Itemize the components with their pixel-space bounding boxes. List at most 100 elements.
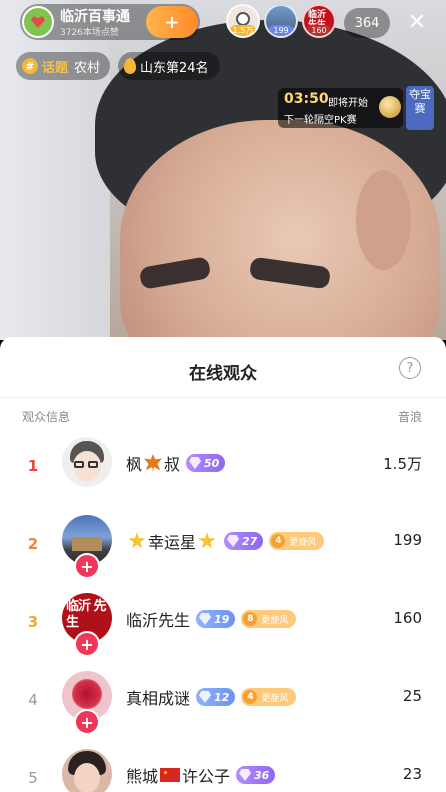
avatar-calligraphy: 临沂 先生 (66, 599, 107, 630)
level-number: 27 (242, 534, 258, 548)
avatar-face (74, 763, 100, 792)
sound-wave-score: 1.5万 (383, 455, 422, 473)
top-viewer-avatar[interactable]: 1.5万 (226, 4, 260, 38)
avatar-rose (72, 679, 102, 709)
gem-icon (227, 535, 240, 547)
level-badge: 50 (186, 454, 226, 472)
viewer-count[interactable]: 364 (344, 8, 390, 38)
name-part: 叔 (164, 455, 181, 474)
name-part: 幸运星 (148, 533, 197, 552)
viewer-name: 真相成谜 12 4 更旋风 (126, 685, 297, 709)
gem-icon (239, 769, 252, 781)
name-part: 许公子 (182, 767, 231, 786)
fan-level: 4 (243, 690, 258, 704)
sound-wave-score: 199 (393, 531, 422, 549)
rank-number: 4 (28, 691, 38, 709)
online-audience-sheet: 在线观众 ? 观众信息 音浪 1 枫 叔 50 1.5万 2 + 幸运星 27 … (0, 337, 446, 792)
follow-viewer-button[interactable]: + (74, 709, 100, 735)
level-badge: 19 (196, 610, 236, 628)
viewer-name: 枫 叔 50 (126, 451, 226, 475)
rank-text: 山东第24名 (140, 60, 209, 76)
avatar[interactable] (62, 437, 112, 487)
follow-viewer-button[interactable]: + (74, 553, 100, 579)
anchor-likes: 3726本场点赞 (60, 28, 119, 38)
fan-club-name: 更旋风 (261, 615, 289, 626)
sheet-title: 在线观众 (189, 364, 257, 384)
china-flag-icon (160, 768, 181, 782)
fan-level: 4 (271, 534, 286, 548)
rank-number: 1 (27, 457, 39, 475)
anchor-name: 临沂百事通 (60, 9, 130, 25)
gem-icon (199, 691, 212, 703)
help-icon[interactable]: ? (399, 357, 421, 379)
pk-next-text: 下一轮隔空PK赛 (284, 115, 357, 126)
top-bar: 临沂百事通 3726本场点赞 + 1.5万 199 临沂 先生 160 364 … (20, 4, 430, 40)
topic-chip[interactable]: # 话题 农村 (16, 52, 110, 80)
name-part: 枫 (126, 455, 143, 474)
level-number: 12 (214, 690, 230, 704)
pk-banner[interactable]: 03:50 即将开始 下一轮隔空PK赛 (278, 88, 403, 128)
name-part: 临沂先生 (126, 611, 191, 630)
pk-start-text: 即将开始 (328, 98, 368, 109)
anchor-info[interactable]: 临沂百事通 3726本场点赞 + (20, 4, 200, 40)
fan-club-badge: 4 更旋风 (269, 532, 325, 550)
name-part: 熊城 (126, 767, 159, 786)
avatar-building (72, 537, 102, 551)
heart-badge-icon (31, 16, 45, 28)
column-sound-wave: 音浪 (397, 410, 422, 424)
list-header: 观众信息 音浪 (0, 397, 446, 429)
fan-club-name: 更旋风 (289, 537, 317, 548)
glasses-icon (74, 461, 84, 468)
level-badge: 12 (196, 688, 236, 706)
fire-icon (124, 58, 136, 74)
plus-icon: + (164, 11, 180, 33)
rank-number: 3 (27, 613, 39, 631)
list-item[interactable]: 4 + 真相成谜 12 4 更旋风 25 (0, 663, 446, 741)
viewer-score-tag: 1.5万 (230, 25, 256, 36)
fan-club-name: 更旋风 (261, 693, 289, 704)
list-item[interactable]: 1 枫 叔 50 1.5万 (0, 429, 446, 507)
close-icon[interactable]: ✕ (403, 7, 431, 37)
level-badge: 27 (224, 532, 264, 550)
rank-number: 2 (27, 535, 39, 553)
viewer-name: 临沂先生 19 8 更旋风 (126, 607, 297, 631)
video-ear (356, 170, 411, 270)
fan-level: 8 (243, 612, 258, 626)
sound-wave-score: 160 (393, 609, 422, 627)
viewer-score-tag: 199 (268, 25, 294, 36)
star-icon (128, 532, 146, 549)
level-number: 19 (214, 612, 230, 626)
list-item[interactable]: 2 + 幸运星 27 4 更旋风 199 (0, 507, 446, 585)
gem-icon (189, 457, 202, 469)
follow-anchor-button[interactable]: + (146, 6, 198, 38)
viewer-score-tag: 160 (306, 25, 332, 36)
anchor-avatar[interactable] (22, 6, 54, 38)
list-item[interactable]: 3 临沂 先生 + 临沂先生 19 8 更旋风 160 (0, 585, 446, 663)
top-viewer-avatar[interactable]: 临沂 先生 160 (302, 4, 336, 38)
sound-wave-score: 23 (402, 765, 422, 783)
fan-club-badge: 8 更旋风 (241, 610, 297, 628)
topic-value: 农村 (74, 60, 101, 76)
topic-label: 话题 (42, 60, 69, 76)
maple-leaf-icon (144, 454, 163, 472)
treasure-contest-tag[interactable]: 夺宝赛 (406, 86, 434, 130)
viewer-name: 熊城 许公子 36 (126, 763, 276, 787)
sound-wave-score: 25 (402, 687, 422, 705)
pk-orb-icon (379, 96, 401, 118)
top-viewer-avatar[interactable]: 199 (264, 4, 298, 38)
level-number: 36 (254, 768, 270, 782)
viewer-name: 幸运星 27 4 更旋风 (126, 529, 325, 553)
follow-viewer-button[interactable]: + (74, 631, 100, 657)
star-icon (198, 532, 216, 549)
avatar[interactable] (62, 749, 112, 792)
list-item[interactable]: 5 熊城 许公子 36 23 (0, 741, 446, 792)
rank-chip[interactable]: 山东第24名 (118, 52, 220, 80)
hash-icon: # (22, 58, 38, 74)
live-video[interactable] (0, 0, 446, 340)
rank-number: 5 (28, 769, 38, 787)
level-badge: 36 (236, 766, 276, 784)
glasses-icon (88, 461, 98, 468)
column-viewer-info: 观众信息 (22, 410, 71, 424)
name-part: 真相成谜 (126, 689, 191, 708)
video-wall (0, 0, 110, 340)
